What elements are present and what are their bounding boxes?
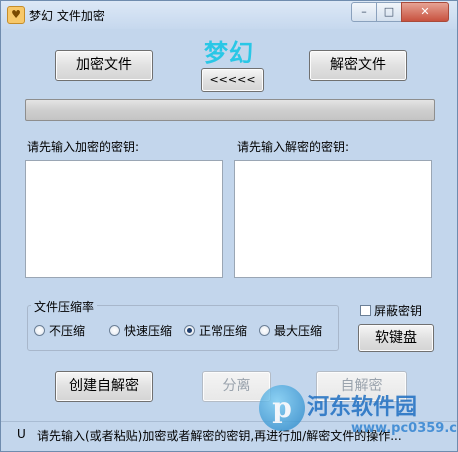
watermark-logo-icon: p — [259, 385, 305, 431]
close-button[interactable]: ✕ — [401, 2, 449, 22]
decrypt-key-label: 请先输入解密的密钥: — [237, 140, 350, 154]
hide-key-label: 屏蔽密钥 — [374, 304, 423, 318]
radio-dot[interactable] — [34, 325, 45, 336]
encrypt-key-label: 请先输入加密的密钥: — [27, 140, 140, 154]
encrypt-file-button[interactable]: 加密文件 — [55, 50, 153, 81]
compression-group-title: 文件压缩率 — [31, 298, 98, 315]
radio-max-compression[interactable]: 最大压缩 — [259, 322, 322, 339]
radio-label: 快速压缩 — [124, 324, 173, 338]
window-title: 梦幻 文件加密 — [29, 9, 105, 23]
decrypt-file-button[interactable]: 解密文件 — [309, 50, 407, 81]
create-sfx-button[interactable]: 创建自解密 — [55, 371, 153, 402]
radio-normal-compression[interactable]: 正常压缩 — [184, 322, 247, 339]
maximize-button[interactable]: □ — [376, 2, 402, 22]
decrypt-key-input[interactable] — [234, 160, 432, 278]
app-window: ♥ 梦幻 文件加密 – □ ✕ 加密文件 梦幻 <<<<< 解密文件 请先输入加… — [0, 0, 458, 452]
hide-key-checkbox[interactable]: 屏蔽密钥 — [360, 302, 422, 319]
brand-title: 梦幻 — [204, 39, 254, 67]
radio-dot[interactable] — [109, 325, 120, 336]
minimize-button[interactable]: – — [351, 2, 377, 22]
radio-label: 正常压缩 — [199, 324, 248, 338]
radio-no-compression[interactable]: 不压缩 — [34, 322, 85, 339]
progress-bar — [25, 99, 435, 121]
watermark-url: www.pc0359.cn — [351, 421, 458, 436]
title-bar[interactable]: ♥ 梦幻 文件加密 – □ ✕ — [1, 1, 457, 29]
status-prefix: U — [17, 427, 26, 441]
radio-label: 不压缩 — [49, 324, 86, 338]
radio-label: 最大压缩 — [274, 324, 323, 338]
encrypt-key-input[interactable] — [25, 160, 223, 278]
app-icon: ♥ — [7, 6, 25, 24]
radio-fast-compression[interactable]: 快速压缩 — [109, 322, 172, 339]
checkbox-box[interactable] — [360, 305, 371, 316]
toggle-button[interactable]: <<<<< — [201, 68, 264, 92]
radio-dot[interactable] — [259, 325, 270, 336]
watermark-site-name: 河东软件园 — [307, 394, 418, 420]
watermark: p 河东软件园 www.pc0359.cn — [259, 383, 458, 443]
radio-dot-selected[interactable] — [184, 325, 195, 336]
soft-keyboard-button[interactable]: 软键盘 — [358, 324, 434, 352]
